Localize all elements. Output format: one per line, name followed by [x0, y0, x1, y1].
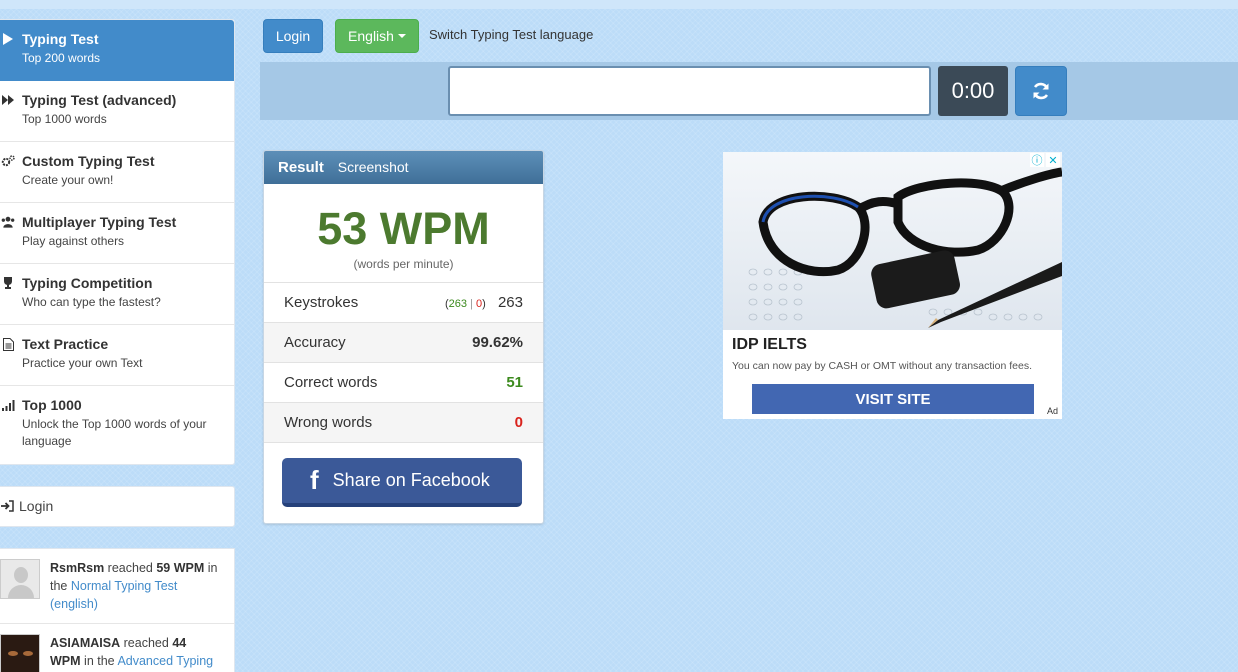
- sidebar: Typing Test Top 200 words Typing Test (a…: [0, 19, 235, 672]
- switch-language-text: Switch Typing Test language: [429, 27, 594, 42]
- result-header: Result Screenshot: [264, 151, 543, 184]
- feed-reached-text: reached: [123, 636, 169, 650]
- keystrokes-wrong: 0: [476, 298, 483, 310]
- sidebar-item-subtitle: Practice your own Text: [22, 356, 143, 370]
- users-icon: [1, 215, 15, 229]
- typing-input[interactable]: [448, 66, 931, 116]
- sidebar-item-subtitle: Create your own!: [22, 173, 114, 187]
- wrong-words-row: Wrong words 0: [264, 402, 543, 442]
- feed-wpm: 59 WPM: [156, 561, 205, 575]
- trophy-icon: [1, 276, 15, 290]
- feed-item: ASIAMAISA reached 44 WPM in the Advanced…: [0, 624, 234, 672]
- ad-title[interactable]: IDP IELTS: [732, 336, 807, 354]
- wpm-caption: (words per minute): [353, 257, 454, 271]
- ad-image[interactable]: [723, 152, 1062, 330]
- sidebar-item-title: Typing Test: [22, 31, 99, 47]
- sidebar-item-title: Typing Test (advanced): [22, 92, 177, 108]
- avatar[interactable]: [0, 559, 40, 599]
- login-button-label: Login: [275, 28, 311, 44]
- wpm-value: 53 WPM: [317, 203, 490, 254]
- typing-bar: 0:00: [260, 62, 1238, 120]
- sidebar-item-text-practice[interactable]: Text Practice Practice your own Text: [0, 325, 234, 386]
- keystrokes-total: 263: [497, 294, 523, 311]
- language-dropdown[interactable]: English: [335, 19, 419, 53]
- keystrokes-correct: 263: [448, 298, 468, 310]
- wrong-words-value: 0: [514, 414, 523, 431]
- avatar[interactable]: [0, 634, 40, 672]
- feed-item: RsmRsm reached 59 WPM in the Normal Typi…: [0, 549, 234, 624]
- screenshot-link[interactable]: Screenshot: [338, 159, 409, 175]
- correct-words-row: Correct words 51: [264, 362, 543, 402]
- keystrokes-row: Keystrokes (263 | 0) 263: [264, 282, 543, 322]
- wrong-words-label: Wrong words: [284, 414, 373, 431]
- sidebar-item-top-1000[interactable]: Top 1000 Unlock the Top 1000 words of yo…: [0, 386, 234, 464]
- sidebar-item-title: Top 1000: [22, 397, 82, 413]
- sidebar-item-multiplayer[interactable]: Multiplayer Typing Test Play against oth…: [0, 203, 234, 264]
- document-icon: [1, 337, 15, 351]
- restart-button[interactable]: [1015, 66, 1067, 116]
- keystrokes-label: Keystrokes: [284, 294, 359, 311]
- close-icon[interactable]: ✕: [1046, 153, 1060, 167]
- keystrokes-separator: |: [470, 298, 473, 310]
- correct-words-value: 51: [506, 374, 523, 391]
- refresh-icon: [1033, 82, 1049, 100]
- feed-user[interactable]: ASIAMAISA: [50, 636, 120, 650]
- sidebar-item-typing-test[interactable]: Typing Test Top 200 words: [0, 20, 234, 81]
- feed-test-link[interactable]: Advanced Typing: [117, 654, 213, 668]
- feed-reached-text: reached: [107, 561, 153, 575]
- correct-words-label: Correct words: [284, 374, 378, 391]
- facebook-icon: f: [310, 465, 319, 495]
- fast-forward-icon: [1, 93, 15, 107]
- sidebar-item-subtitle: Play against others: [22, 234, 125, 248]
- accuracy-row: Accuracy 99.62%: [264, 322, 543, 362]
- share-facebook-button[interactable]: f Share on Facebook: [282, 458, 522, 507]
- login-button[interactable]: Login: [263, 19, 323, 53]
- sidebar-item-title: Text Practice: [22, 336, 109, 352]
- result-title: Result: [278, 159, 324, 176]
- caret-down-icon: [397, 34, 406, 38]
- sidebar-item-subtitle: Who can type the fastest?: [22, 295, 161, 309]
- ad-controls: ⓘ ✕: [1030, 153, 1060, 167]
- activity-feed: RsmRsm reached 59 WPM in the Normal Typi…: [0, 548, 235, 672]
- sidebar-item-custom-typing-test[interactable]: Custom Typing Test Create your own!: [0, 142, 234, 203]
- feed-test-link[interactable]: Normal Typing Test (english): [50, 579, 177, 611]
- sidebar-nav: Typing Test Top 200 words Typing Test (a…: [0, 19, 235, 465]
- ad-tag: Ad: [1046, 406, 1058, 416]
- sidebar-item-typing-competition[interactable]: Typing Competition Who can type the fast…: [0, 264, 234, 325]
- ad-description: You can now pay by CASH or OMT without a…: [732, 360, 1032, 372]
- feed-user[interactable]: RsmRsm: [50, 561, 104, 575]
- sidebar-item-subtitle: Top 200 words: [22, 51, 101, 65]
- play-icon: [1, 32, 15, 46]
- share-area: f Share on Facebook: [264, 442, 543, 523]
- ad-visit-site-button[interactable]: VISIT SITE: [752, 384, 1034, 414]
- accuracy-value: 99.62%: [472, 334, 523, 351]
- feed-in-text: in the: [84, 654, 115, 668]
- signal-bars-icon: [1, 398, 15, 412]
- sidebar-item-subtitle: Unlock the Top 1000 words of your langua…: [22, 417, 207, 448]
- gears-icon: [1, 154, 15, 168]
- sidebar-item-typing-test-advanced[interactable]: Typing Test (advanced) Top 1000 words: [0, 81, 234, 142]
- advertisement[interactable]: ⓘ ✕ IDP IELTS You can now pay by CASH or…: [723, 152, 1062, 419]
- result-panel: Result Screenshot 53 WPM (words per minu…: [263, 150, 544, 524]
- sidebar-item-title: Custom Typing Test: [22, 153, 155, 169]
- top-strip: [0, 0, 1238, 9]
- timer: 0:00: [938, 66, 1008, 116]
- accuracy-label: Accuracy: [284, 334, 346, 351]
- sidebar-login-link[interactable]: Login: [0, 486, 235, 527]
- sign-in-icon: [1, 500, 14, 515]
- share-facebook-label: Share on Facebook: [332, 470, 490, 490]
- sidebar-login-label: Login: [19, 498, 54, 514]
- language-label: English: [348, 28, 394, 44]
- sidebar-item-subtitle: Top 1000 words: [22, 112, 107, 126]
- sidebar-item-title: Typing Competition: [22, 275, 153, 291]
- keystrokes-value: (263 | 0) 263: [444, 294, 523, 311]
- sidebar-item-title: Multiplayer Typing Test: [22, 214, 177, 230]
- info-icon[interactable]: ⓘ: [1030, 153, 1044, 167]
